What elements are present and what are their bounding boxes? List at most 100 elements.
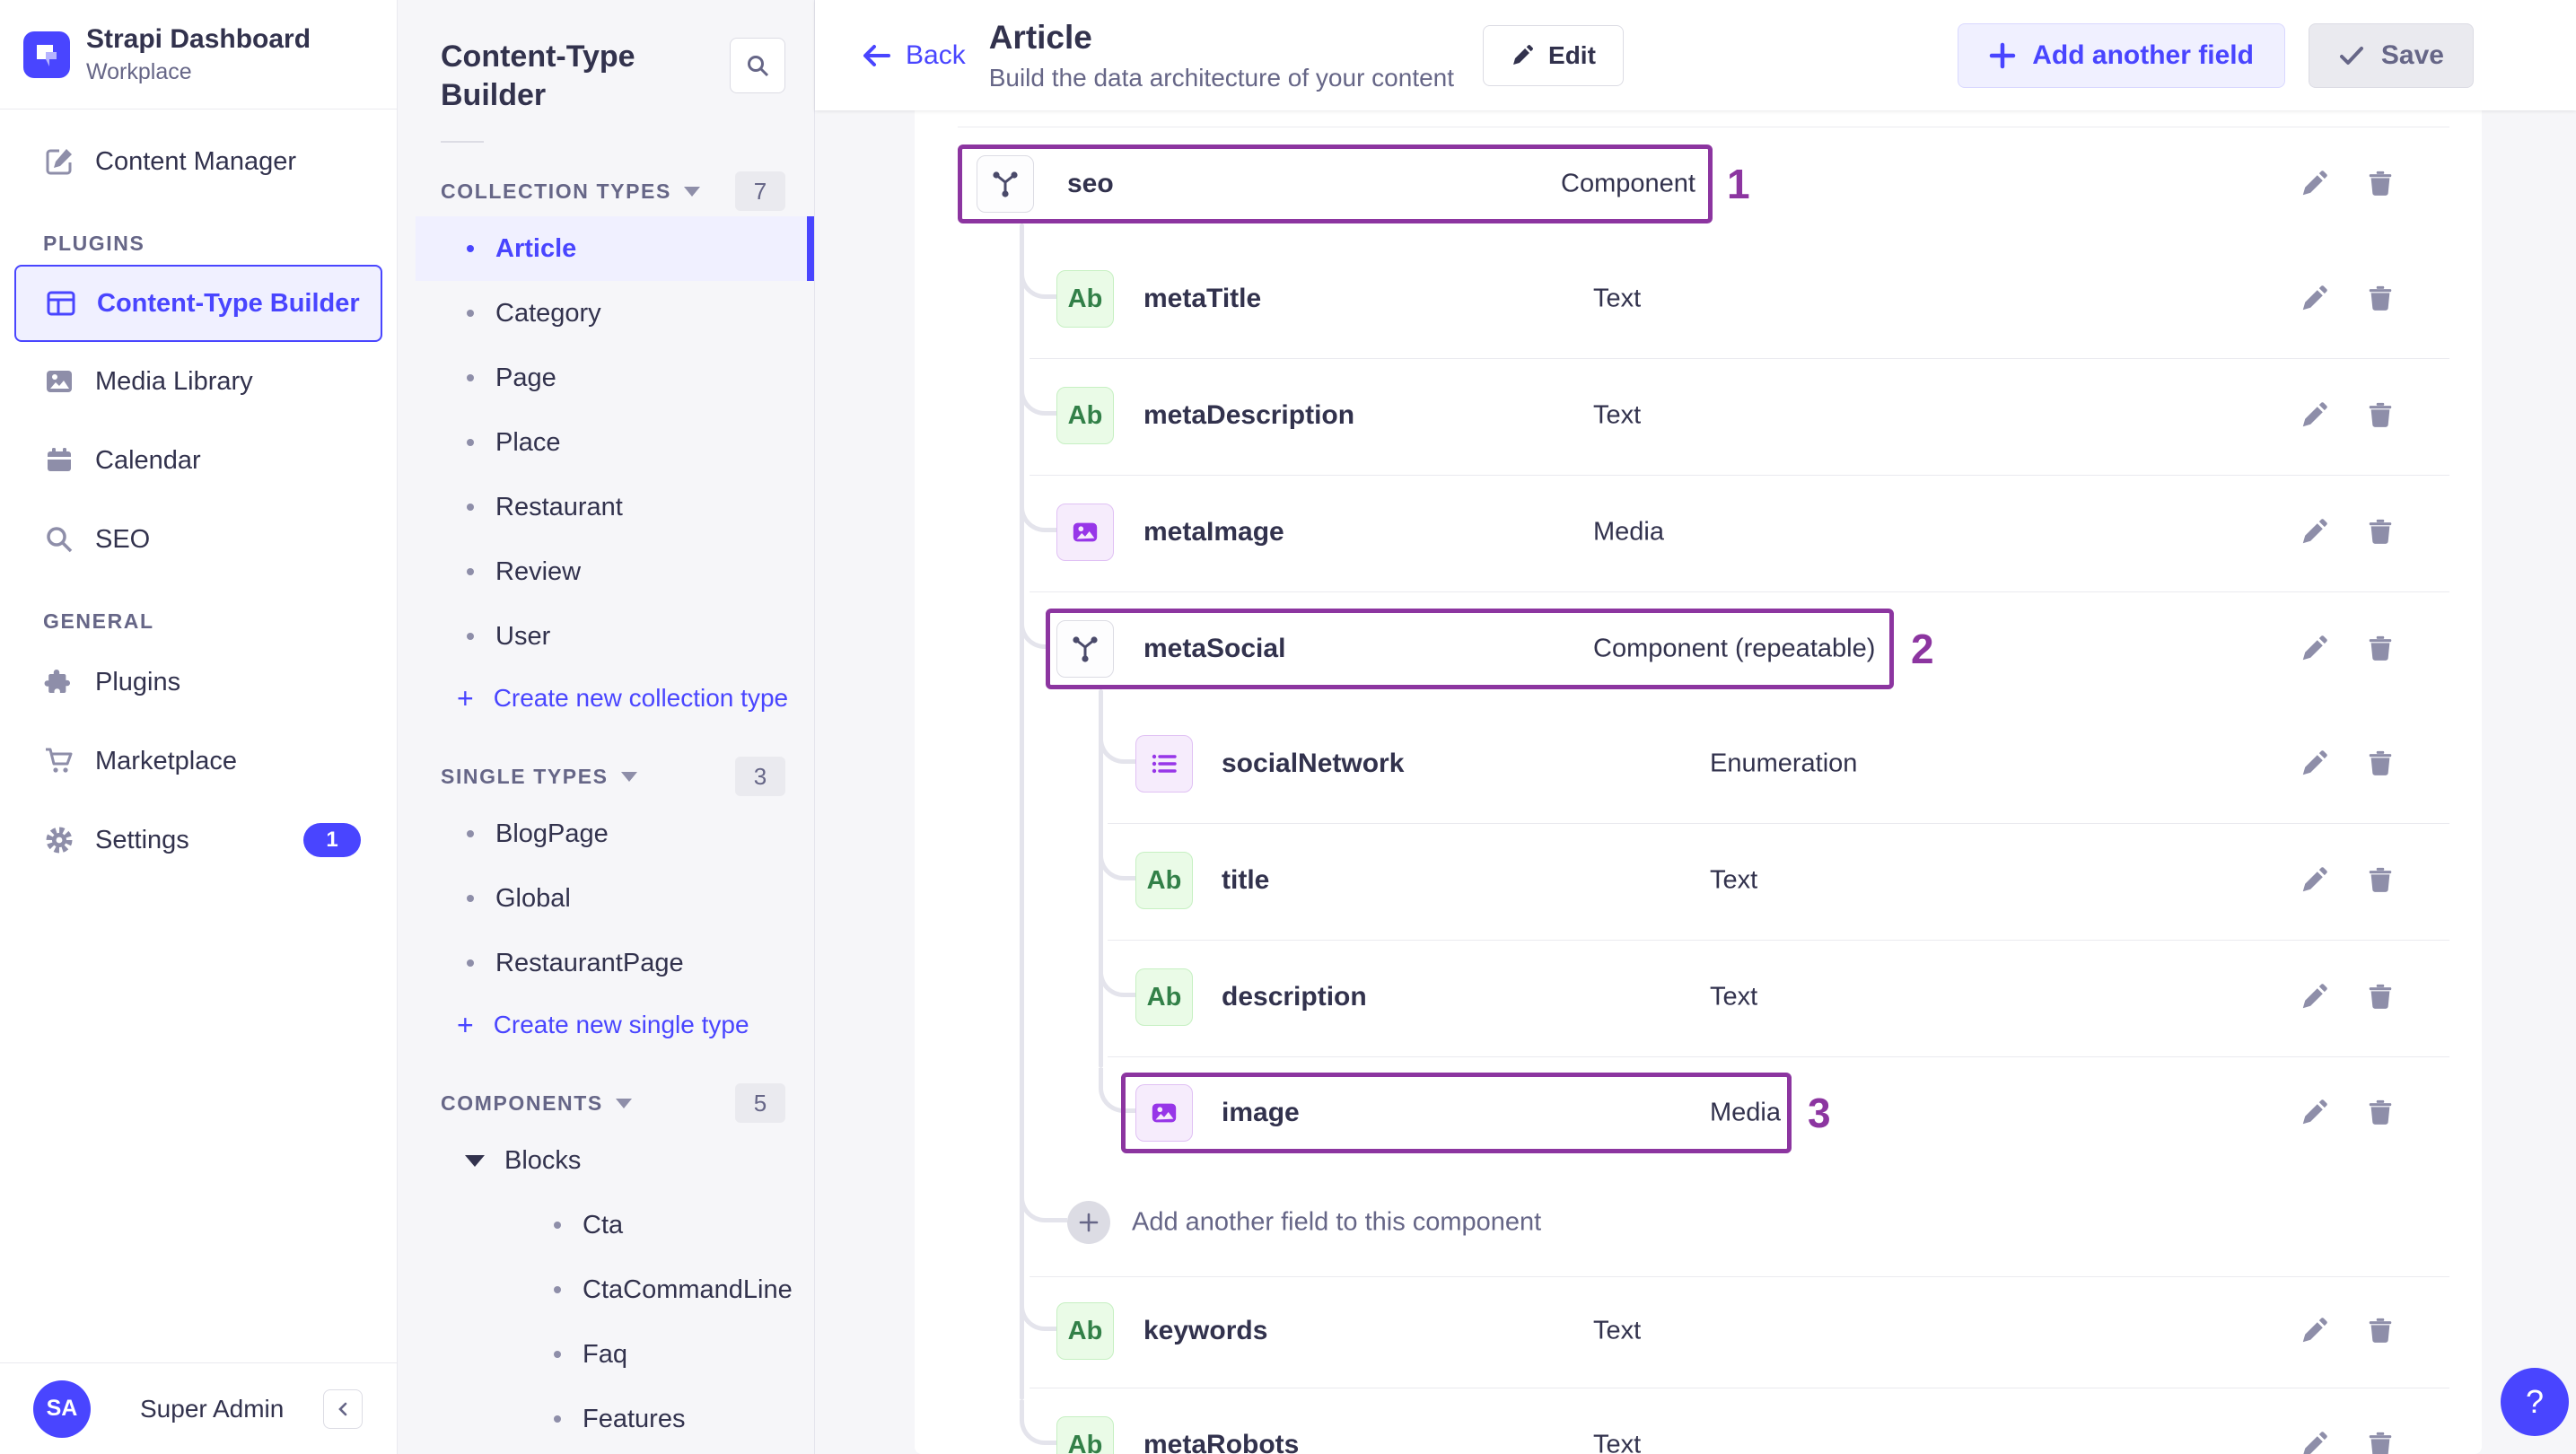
collection-types-header[interactable]: COLLECTION TYPES 7 [441, 171, 785, 211]
row-actions [2297, 632, 2397, 666]
components-count: 5 [735, 1083, 785, 1123]
field-type: Enumeration [1710, 749, 1858, 778]
annotation-number: 3 [1808, 1090, 1831, 1136]
edit-field-button[interactable] [2297, 747, 2331, 781]
content-scroll-area[interactable]: 1 2 3 seo Component Ab metaTitle Text Ab… [815, 110, 2576, 1454]
single-types-header[interactable]: SINGLE TYPES 3 [441, 757, 785, 796]
edit-field-button[interactable] [2297, 863, 2331, 898]
tree-connector [1020, 487, 1056, 532]
edit-field-button[interactable] [2297, 1096, 2331, 1130]
component-ctacommandline[interactable]: CtaCommandLine [416, 1257, 814, 1322]
workspace-switcher[interactable]: Strapi Dashboard Workplace [0, 0, 397, 109]
cart-icon [43, 745, 75, 777]
component-cta[interactable]: Cta [416, 1193, 814, 1257]
back-link[interactable]: Back [861, 39, 966, 72]
delete-field-button[interactable] [2363, 1096, 2397, 1130]
sidebar-item-label: Content Manager [95, 146, 297, 176]
delete-field-button[interactable] [2363, 399, 2397, 433]
sidebar-item-marketplace[interactable]: Marketplace [0, 722, 397, 801]
collection-type-review[interactable]: Review [416, 539, 814, 604]
components-header[interactable]: COMPONENTS 5 [441, 1083, 785, 1123]
collection-type-restaurant[interactable]: Restaurant [416, 475, 814, 539]
edit-field-button[interactable] [2297, 1314, 2331, 1348]
row-actions [2297, 1096, 2397, 1130]
single-type-restaurantpage[interactable]: RestaurantPage [416, 931, 814, 995]
delete-field-button[interactable] [2363, 167, 2397, 201]
tree-connector [1020, 254, 1056, 299]
collection-type-category[interactable]: Category [416, 281, 814, 346]
delete-field-button[interactable] [2363, 1428, 2397, 1454]
edit-field-button[interactable] [2297, 282, 2331, 316]
sidebar-item-label: Calendar [95, 445, 201, 475]
collection-type-article[interactable]: Article [416, 216, 814, 281]
tree-connector [1020, 1400, 1056, 1445]
row-actions [2297, 282, 2397, 316]
collapse-sidebar-button[interactable] [323, 1388, 363, 1429]
sidebar-item-calendar[interactable]: Calendar [0, 421, 397, 500]
trash-icon [2369, 635, 2392, 661]
row-actions [2297, 1428, 2397, 1454]
field-name: metaImage [1143, 517, 1284, 547]
field-name: keywords [1143, 1316, 1268, 1345]
delete-field-button[interactable] [2363, 1314, 2397, 1348]
edit-field-button[interactable] [2297, 980, 2331, 1014]
search-button[interactable] [730, 38, 785, 93]
sidebar-item-media-library[interactable]: Media Library [0, 342, 397, 421]
bullet-icon [467, 374, 474, 381]
sidebar-item-seo[interactable]: SEO [0, 500, 397, 579]
sidebar-item-settings[interactable]: Settings 1 [0, 801, 397, 880]
tree-item-label: Restaurant [495, 492, 623, 521]
tree-group-label: Blocks [504, 1145, 582, 1175]
plus-icon [1990, 42, 2016, 68]
pencil-icon [2302, 867, 2327, 892]
field-name: metaDescription [1143, 400, 1355, 430]
brand-text: Strapi Dashboard Workplace [86, 23, 311, 85]
component-faq[interactable]: Faq [416, 1322, 814, 1387]
page-title: Article [988, 18, 1092, 56]
single-type-blogpage[interactable]: BlogPage [416, 801, 814, 866]
tree-item-label: Category [495, 298, 601, 328]
create-single-type-link[interactable]: + Create new single type [457, 995, 814, 1055]
collection-type-user[interactable]: User [416, 604, 814, 669]
trash-icon [2369, 1432, 2392, 1454]
edit-field-button[interactable] [2297, 167, 2331, 201]
text-field-icon: Ab [1056, 270, 1114, 328]
delete-field-button[interactable] [2363, 282, 2397, 316]
collection-type-page[interactable]: Page [416, 346, 814, 410]
avatar[interactable]: SA [33, 1380, 91, 1438]
component-category-blocks[interactable]: Blocks [398, 1128, 814, 1193]
pencil-icon [2302, 635, 2327, 661]
trash-icon [2369, 750, 2392, 775]
settings-notification-badge: 1 [303, 823, 361, 857]
tree-item-label: Review [495, 556, 582, 586]
sidebar-item-content-type-builder[interactable]: Content-Type Builder [14, 265, 382, 342]
create-collection-type-link[interactable]: + Create new collection type [457, 669, 814, 728]
edit-field-button[interactable] [2297, 632, 2331, 666]
add-another-field-button[interactable]: Add another field [1958, 22, 2285, 88]
save-button[interactable]: Save [2308, 22, 2474, 88]
delete-field-button[interactable] [2363, 747, 2397, 781]
delete-field-button[interactable] [2363, 980, 2397, 1014]
sidebar-item-plugins[interactable]: Plugins [0, 643, 397, 722]
help-button[interactable]: ? [2501, 1368, 2569, 1436]
bullet-icon [467, 895, 474, 902]
field-name: image [1222, 1098, 1300, 1127]
collection-type-place[interactable]: Place [416, 410, 814, 475]
sidebar-item-content-manager[interactable]: Content Manager [0, 122, 397, 201]
trash-icon [2369, 1099, 2392, 1125]
row-divider [1108, 940, 2449, 941]
edit-field-button[interactable] [2297, 1428, 2331, 1454]
trash-icon [2369, 1318, 2392, 1343]
collection-types-count: 7 [735, 171, 785, 211]
edit-field-button[interactable] [2297, 399, 2331, 433]
delete-field-button[interactable] [2363, 632, 2397, 666]
component-features[interactable]: Features [416, 1387, 814, 1451]
single-type-global[interactable]: Global [416, 866, 814, 931]
delete-field-button[interactable] [2363, 863, 2397, 898]
tree-item-label: CtaCommandLine [583, 1274, 793, 1304]
delete-field-button[interactable] [2363, 515, 2397, 549]
add-component-field-label[interactable]: Add another field to this component [1132, 1208, 1541, 1238]
plus-circle-icon[interactable] [1067, 1201, 1110, 1244]
edit-field-button[interactable] [2297, 515, 2331, 549]
edit-button[interactable]: Edit [1483, 24, 1624, 86]
